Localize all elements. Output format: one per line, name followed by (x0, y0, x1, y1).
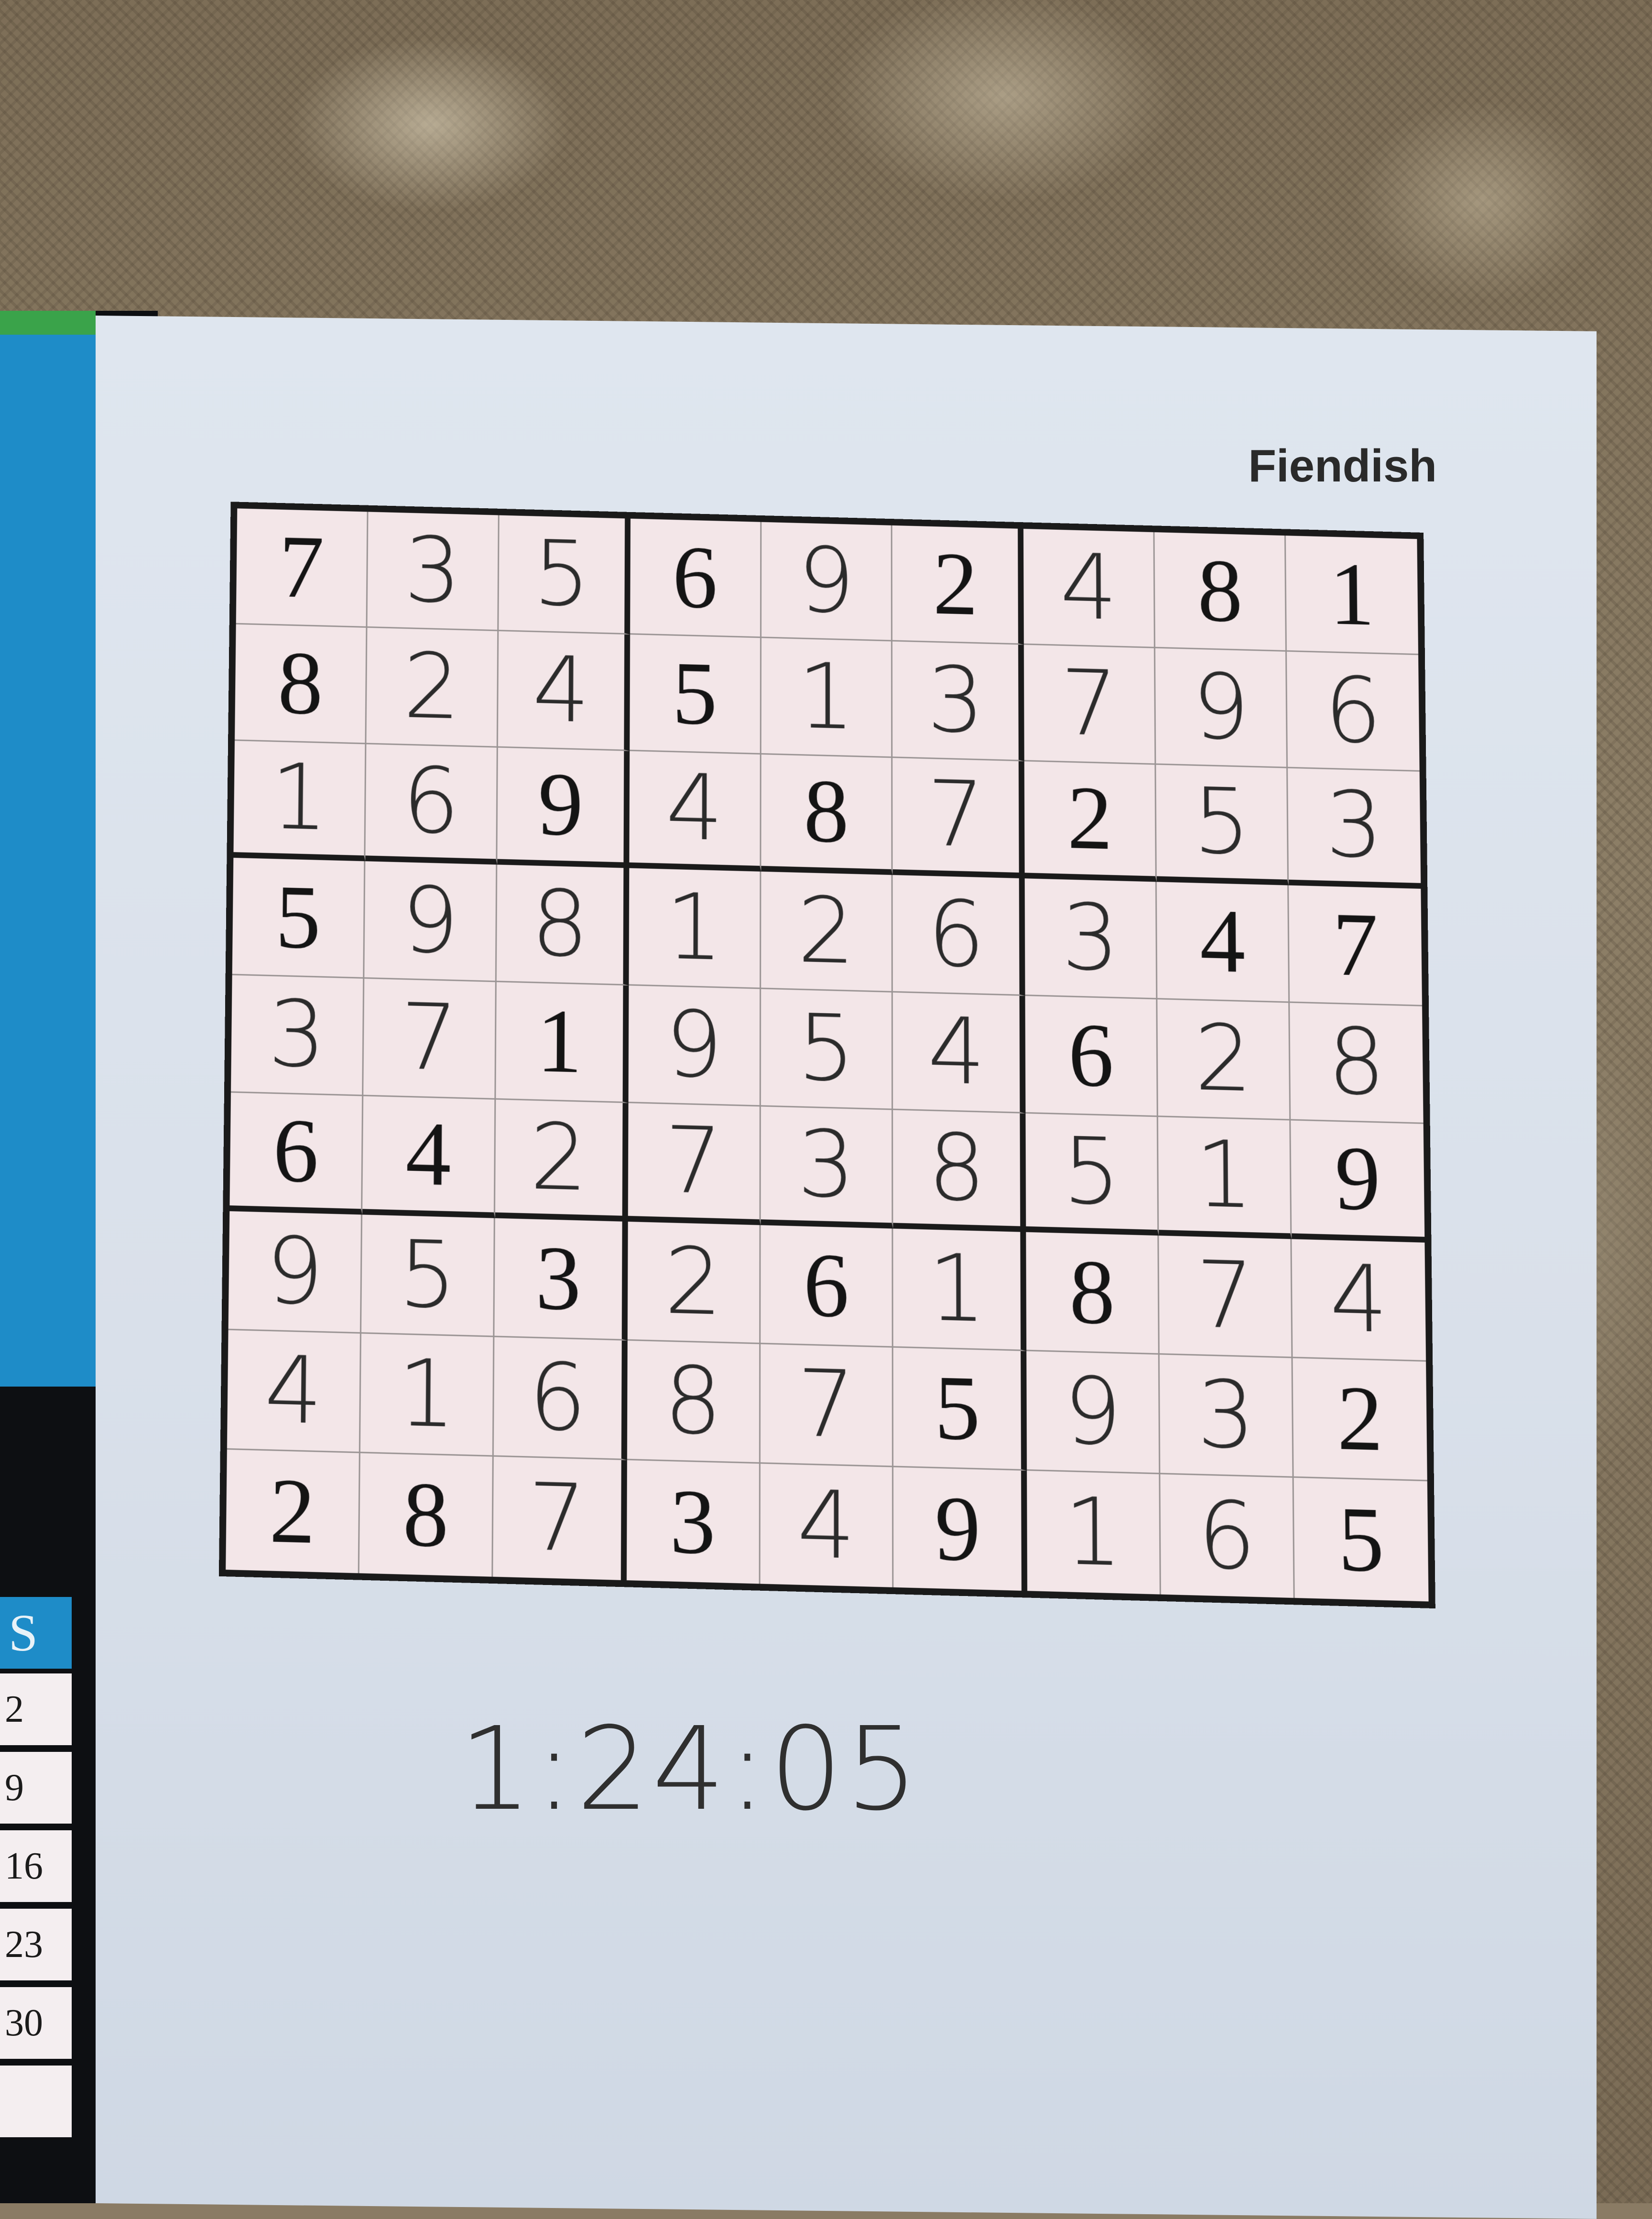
sudoku-cell-r8c7: 9 (1026, 1351, 1161, 1475)
calendar-date-cell: 23 (0, 1909, 72, 1980)
difficulty-label: Fiendish (1248, 440, 1437, 492)
sudoku-cell-r4c8: 4 (1157, 882, 1290, 1003)
sudoku-cell-r9c9: 5 (1337, 1488, 1385, 1592)
sudoku-cell-r1c7: 4 (1023, 528, 1156, 648)
sudoku-cell-r4c2: 9 (364, 861, 498, 982)
sudoku-cell-r6c6: 8 (893, 1110, 1026, 1233)
sudoku-cell-r9c2: 8 (359, 1453, 494, 1577)
sudoku-cell-r2c5: 1 (761, 638, 893, 758)
sudoku-cell-r9c8: 6 (1160, 1474, 1295, 1598)
sudoku-cell-r7c1: 9 (228, 1211, 362, 1334)
sudoku-cell-r7c7: 8 (1026, 1232, 1160, 1355)
sudoku-cell-r4c4: 1 (629, 868, 761, 989)
sudoku-cell-r7c3: 3 (494, 1218, 628, 1341)
sudoku-cell-r5c7: 6 (1025, 995, 1159, 1117)
sudoku-cell-r4c3: 8 (496, 864, 630, 985)
sudoku-cell-r8c6: 5 (893, 1347, 1027, 1471)
sudoku-cell-r6c5: 3 (761, 1106, 893, 1229)
sudoku-cell-r6c9: 9 (1291, 1120, 1425, 1243)
sudoku-cell-r3c9: 3 (1288, 768, 1421, 889)
sudoku-cell-r7c9: 4 (1292, 1239, 1426, 1362)
calendar-date-cell: 16 (0, 1830, 72, 1902)
sudoku-cell-r2c4: 5 (629, 634, 761, 754)
calendar-date-cell (0, 2066, 72, 2137)
sudoku-cell-r1c9: 1 (1286, 536, 1419, 655)
sudoku-cell-r2c1: 8 (235, 624, 368, 744)
sudoku-cell-r8c8: 3 (1160, 1355, 1294, 1478)
sudoku-cell-r5c9: 8 (1290, 1003, 1424, 1125)
sudoku-cell-r5c4: 9 (628, 985, 761, 1107)
sudoku-cell-r2c8: 9 (1155, 648, 1288, 768)
sudoku-cell-r1c3: 5 (499, 515, 630, 635)
sudoku-cell-r2c3: 4 (498, 631, 630, 751)
sudoku-cell-r4c1: 5 (232, 857, 366, 979)
sudoku-cell-r3c7: 2 (1024, 761, 1157, 882)
sudoku-cell-r3c5: 8 (761, 754, 893, 875)
sudoku-cell-r2c6: 3 (892, 641, 1025, 762)
sudoku-cell-r4c9: 7 (1289, 885, 1422, 1006)
sudoku-cell-r1c5: 9 (761, 522, 893, 642)
sudoku-cell-r3c6: 7 (892, 758, 1025, 878)
sudoku-cell-r3c2: 6 (365, 744, 498, 865)
sudoku-cell-r3c8: 5 (1156, 765, 1289, 885)
calendar-day-header: S (0, 1597, 72, 1669)
sudoku-cell-r8c4: 8 (627, 1341, 761, 1464)
sudoku-cell-r5c5: 5 (761, 989, 893, 1111)
sudoku-cell-r2c2: 2 (366, 627, 499, 748)
sudoku-grid: 7356924818245137961694872535981263473719… (218, 502, 1435, 1609)
sudoku-cell-r8c5: 7 (760, 1344, 894, 1467)
calendar-date-column: 2 9 16 23 30 (0, 1673, 72, 2144)
sudoku-cell-r7c6: 1 (893, 1228, 1027, 1352)
sudoku-cell-r1c8: 8 (1154, 532, 1287, 652)
sudoku-cell-r2c7: 7 (1024, 645, 1156, 765)
sudoku-cell-r2c9: 6 (1287, 651, 1420, 772)
sudoku-cell-r9c4: 3 (626, 1460, 761, 1584)
sudoku-cell-r8c2: 1 (360, 1334, 495, 1457)
sudoku-cell-r4c6: 6 (892, 874, 1025, 996)
sudoku-cell-r5c3: 1 (496, 982, 629, 1104)
sudoku-cell-r8c3: 6 (493, 1337, 628, 1461)
sudoku-cell-r5c6: 4 (893, 992, 1026, 1114)
sudoku-cell-r9c1: 2 (226, 1450, 360, 1574)
sudoku-cell-r1c2: 3 (367, 512, 500, 632)
sudoku-cell-r9c5: 4 (760, 1464, 894, 1587)
sudoku-cell-r7c8: 7 (1159, 1235, 1293, 1358)
sudoku-cell-r6c1: 6 (229, 1093, 364, 1215)
sudoku-cell-r1c6: 2 (892, 525, 1024, 645)
sudoku-cell-r9c3: 7 (493, 1456, 627, 1581)
calendar-date-cell: 9 (0, 1752, 72, 1824)
sudoku-cell-r4c5: 2 (761, 871, 893, 993)
sudoku-cell-r4c7: 3 (1025, 878, 1158, 999)
sudoku-cell-r5c2: 7 (363, 978, 497, 1100)
calendar-date-cell: 30 (0, 1987, 72, 2059)
calendar-date-cell: 2 (0, 1673, 72, 1745)
sudoku-cell-r1c4: 6 (630, 518, 761, 638)
sudoku-cell-r6c4: 7 (628, 1103, 761, 1225)
sudoku-cell-r1c1: 7 (236, 508, 369, 628)
sudoku-cell-r6c3: 2 (495, 1100, 629, 1222)
sudoku-cell-r3c4: 4 (629, 751, 761, 872)
sudoku-cell-r3c3: 9 (497, 747, 630, 868)
sudoku-cell-r7c4: 2 (627, 1222, 761, 1345)
sudoku-cell-r3c1: 1 (233, 741, 367, 861)
solve-time: 1:24:05 (459, 1702, 922, 1836)
sudoku-cell-r9c7: 1 (1027, 1471, 1162, 1595)
sudoku-cell-r9c6: 9 (893, 1467, 1028, 1591)
sudoku-cell-r5c1: 3 (231, 975, 365, 1097)
sudoku-cell-r6c8: 1 (1158, 1117, 1292, 1239)
sudoku-cell-r6c7: 5 (1025, 1114, 1159, 1236)
sudoku-cell-r8c1: 4 (227, 1330, 361, 1454)
sudoku-cell-r8c9: 2 (1293, 1358, 1427, 1482)
sudoku-cell-r7c5: 6 (760, 1225, 894, 1348)
sudoku-cell-r6c2: 4 (362, 1096, 496, 1219)
sudoku-cell-r7c2: 5 (361, 1214, 495, 1337)
sudoku-cell-r5c8: 2 (1157, 999, 1291, 1121)
